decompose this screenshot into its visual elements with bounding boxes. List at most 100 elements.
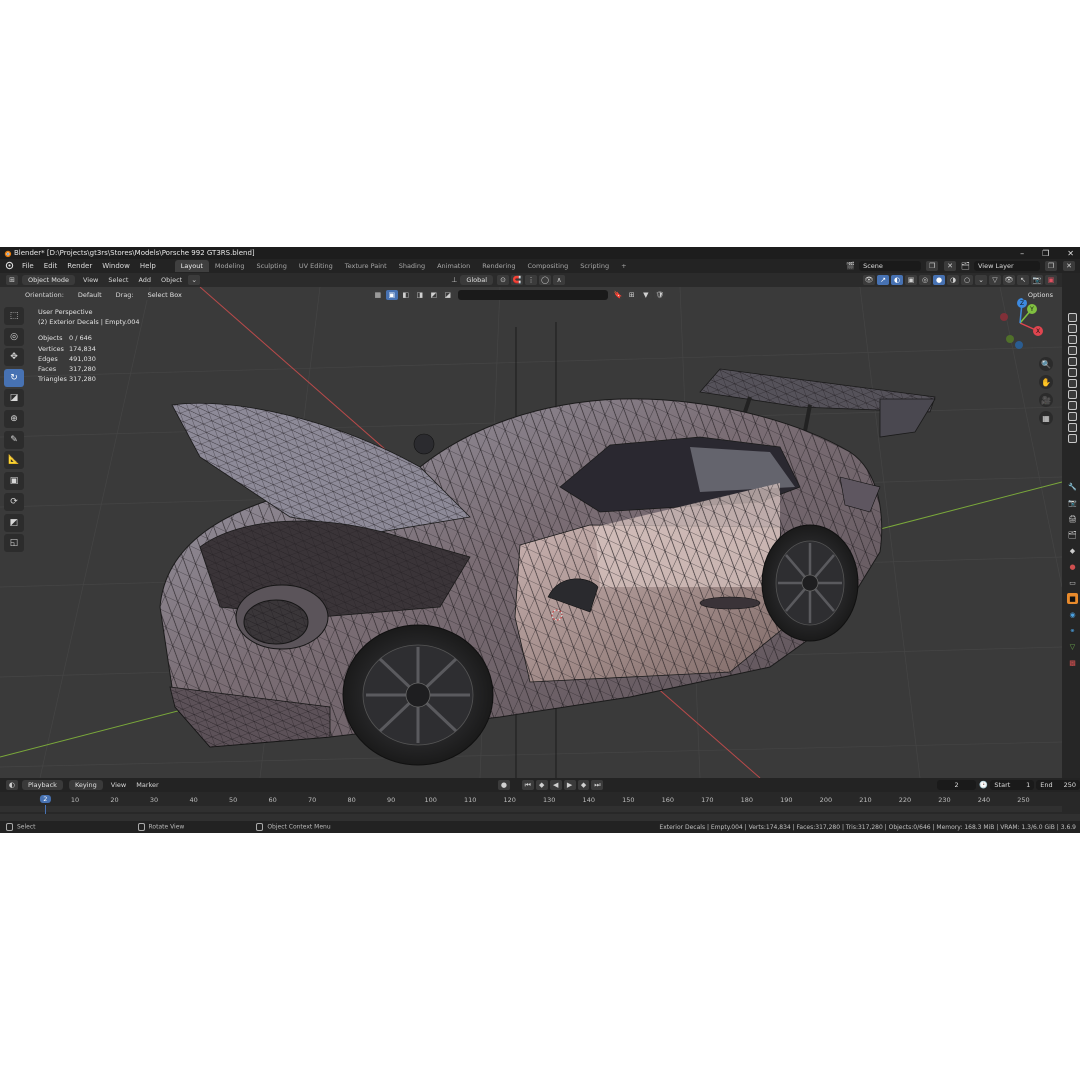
shear-tool[interactable]: ◩ xyxy=(4,513,24,532)
menu-edit[interactable]: Edit xyxy=(39,262,63,270)
view-layer-properties-icon[interactable]: 🗂 xyxy=(1067,529,1078,540)
current-frame-field[interactable]: 2 xyxy=(936,780,977,790)
extra-tool[interactable]: ◱ xyxy=(4,534,24,552)
new-view-layer-icon[interactable]: ❐ xyxy=(1045,261,1057,271)
prev-keyframe-icon[interactable]: ◆ xyxy=(535,780,548,790)
record-icon[interactable]: ● xyxy=(497,780,510,790)
bookmark-icon[interactable]: 🔖 xyxy=(611,289,624,300)
view-layer-field[interactable]: View Layer xyxy=(974,261,1040,271)
delete-view-layer-icon[interactable]: ✕ xyxy=(1063,261,1075,271)
outliner-checkbox[interactable] xyxy=(1068,335,1077,344)
blender-menu-icon[interactable] xyxy=(0,261,17,272)
tab-texture-paint[interactable]: Texture Paint xyxy=(339,260,393,272)
select-mode-intersect-icon[interactable]: ◪ xyxy=(441,289,454,300)
filter-funnel-icon[interactable]: ▼ xyxy=(639,289,652,300)
jump-end-icon[interactable]: ⏭ xyxy=(591,780,604,790)
editor-type-icon[interactable]: ⊞ xyxy=(6,275,18,285)
render-icon[interactable]: ▣ xyxy=(1045,275,1057,285)
transform-tool[interactable]: ⊕ xyxy=(4,409,24,428)
end-frame-field[interactable]: End 250 xyxy=(1036,780,1080,790)
tab-compositing[interactable]: Compositing xyxy=(521,260,574,272)
object-extra-icon[interactable]: ⌄ xyxy=(188,275,201,285)
outliner-strip[interactable]: 🔧 📷 🖨 🗂 ◆ ● ▭ ■ ◉ ⚭ ▽ ▩ xyxy=(1062,273,1080,778)
timeline-marker-menu[interactable]: Marker xyxy=(131,781,163,789)
select-mode-invert-icon[interactable]: ◩ xyxy=(427,289,440,300)
object-visibility-icon[interactable]: 👁 xyxy=(863,275,875,285)
navigation-gizmo[interactable]: X Y Z xyxy=(992,295,1048,351)
add-cube-tool[interactable]: ▣ xyxy=(4,472,24,490)
outliner-checkbox[interactable] xyxy=(1068,357,1077,366)
snap-icon[interactable]: 🧲 xyxy=(511,275,524,285)
shading-options-icon[interactable]: ⌄ xyxy=(975,275,987,285)
camera-icon[interactable]: 📷 xyxy=(1031,275,1043,285)
timeline-ruler[interactable]: 2 10 20 30 40 50 60 70 80 90 100 110 120 130 140 150 160… xyxy=(0,792,1080,814)
menu-help[interactable]: Help xyxy=(135,262,161,270)
delete-scene-icon[interactable]: ✕ xyxy=(944,261,957,271)
outliner-checkbox[interactable] xyxy=(1068,412,1077,421)
mode-dropdown[interactable]: Object Mode xyxy=(22,275,75,285)
menu-render[interactable]: Render xyxy=(62,262,97,270)
tab-animation[interactable]: Animation xyxy=(431,260,476,272)
cursor-tool[interactable]: ◎ xyxy=(4,327,24,346)
select-mode-set-icon[interactable]: ▣ xyxy=(385,289,398,300)
rotate-tool[interactable]: ↻ xyxy=(4,368,24,387)
outliner-checkbox[interactable] xyxy=(1068,423,1077,432)
playback-menu[interactable]: Playback xyxy=(21,780,63,790)
playhead[interactable]: 2 xyxy=(40,795,51,803)
collection-icon[interactable]: ⊞ xyxy=(625,289,638,300)
tab-uv-editing[interactable]: UV Editing xyxy=(293,260,339,272)
menu-file[interactable]: File xyxy=(17,262,39,270)
texture-properties-icon[interactable]: ▩ xyxy=(1067,657,1078,668)
add-workspace-button[interactable]: + xyxy=(615,260,632,272)
tool-properties-icon[interactable]: 🔧 xyxy=(1067,481,1078,492)
menu-object[interactable]: Object xyxy=(156,276,187,284)
select-mode-subtract-icon[interactable]: ◨ xyxy=(413,289,426,300)
select-box-tool[interactable]: ⬚ xyxy=(4,307,24,325)
pivot-point-icon[interactable]: ⊙ xyxy=(497,275,510,285)
outliner-checkbox[interactable] xyxy=(1068,434,1077,443)
keying-menu[interactable]: Keying xyxy=(68,780,103,790)
proportional-edit-icon[interactable]: ◯ xyxy=(539,275,552,285)
measure-tool[interactable]: 📐 xyxy=(4,451,24,469)
scene-field[interactable]: Scene xyxy=(859,261,922,271)
select-mode-extend-icon[interactable]: ◧ xyxy=(399,289,412,300)
new-scene-icon[interactable]: ❐ xyxy=(926,261,939,271)
move-tool[interactable]: ✥ xyxy=(4,348,24,366)
orientation-dropdown[interactable]: Default xyxy=(71,289,108,300)
outliner-checkbox[interactable] xyxy=(1068,368,1077,377)
falloff-icon[interactable]: ∧ xyxy=(553,275,566,285)
outliner-checkbox[interactable] xyxy=(1068,324,1077,333)
show-gizmo-icon[interactable]: ↗ xyxy=(877,275,889,285)
search-input[interactable] xyxy=(457,289,608,300)
outliner-checkbox[interactable] xyxy=(1068,390,1077,399)
transform-orientation-dropdown[interactable]: Global xyxy=(460,275,494,285)
jump-start-icon[interactable]: ⏮ xyxy=(521,780,534,790)
menu-window[interactable]: Window xyxy=(97,262,135,270)
show-overlays-icon[interactable]: ◐ xyxy=(891,275,903,285)
zoom-icon[interactable]: 🔍 xyxy=(1039,357,1053,371)
drag-dropdown[interactable]: Select Box xyxy=(141,289,188,300)
3d-viewport[interactable]: User Perspective (2) Exterior Decals | E… xyxy=(0,287,1062,778)
tab-layout[interactable]: Layout xyxy=(174,260,209,272)
maximize-button[interactable]: ❐ xyxy=(1042,249,1049,258)
shield-icon[interactable]: 🛡 xyxy=(653,289,666,300)
outliner-checkbox[interactable] xyxy=(1068,379,1077,388)
render-properties-icon[interactable]: 📷 xyxy=(1067,497,1078,508)
outliner-checkbox[interactable] xyxy=(1068,346,1077,355)
wireframe-shading-icon[interactable]: ◎ xyxy=(919,275,931,285)
output-properties-icon[interactable]: 🖨 xyxy=(1067,513,1078,524)
options-dropdown[interactable]: Options xyxy=(1021,289,1059,300)
tab-rendering[interactable]: Rendering xyxy=(476,260,521,272)
tab-scripting[interactable]: Scripting xyxy=(574,260,615,272)
outliner-checkbox[interactable] xyxy=(1068,313,1077,322)
play-icon[interactable]: ▶ xyxy=(563,780,576,790)
tab-sculpting[interactable]: Sculpting xyxy=(250,260,292,272)
collection-properties-icon[interactable]: ▭ xyxy=(1067,577,1078,588)
spin-tool[interactable]: ⟳ xyxy=(4,492,24,511)
physics-properties-icon[interactable]: ◉ xyxy=(1067,609,1078,620)
play-reverse-icon[interactable]: ◀ xyxy=(549,780,562,790)
data-properties-icon[interactable]: ▽ xyxy=(1067,641,1078,652)
ortho-grid-icon[interactable]: ▦ xyxy=(1039,411,1053,425)
camera-view-icon[interactable]: 🎥 xyxy=(1039,393,1053,407)
scale-tool[interactable]: ◪ xyxy=(4,389,24,407)
